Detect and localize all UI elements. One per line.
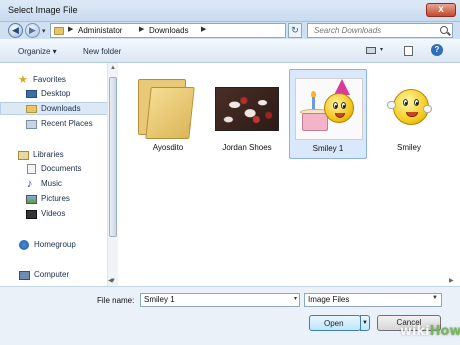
change-view-icon[interactable]: [366, 47, 376, 54]
nav-downloads-label: Downloads: [41, 104, 81, 113]
nav-homegroup[interactable]: Homegroup: [0, 239, 108, 252]
organize-button[interactable]: Organize ▾: [18, 47, 57, 56]
forward-button[interactable]: ▶: [25, 23, 40, 38]
forward-arrow-icon: ▶: [29, 25, 36, 35]
file-name-value: Smiley 1: [144, 295, 175, 304]
file-label: Smiley 1: [312, 144, 344, 153]
close-icon: x: [438, 4, 444, 15]
chevron-down-icon: ▼: [362, 320, 368, 326]
computer-icon: [19, 271, 30, 280]
watermark-how: How: [429, 324, 460, 339]
close-button[interactable]: x: [426, 3, 456, 17]
nav-libraries-label: Libraries: [33, 150, 64, 159]
file-list: Ayosdito Jordan Shoes Smiley 1 Smiley: [119, 63, 460, 286]
file-item-smiley-1[interactable]: Smiley 1: [289, 69, 367, 159]
refresh-icon: ↻: [291, 25, 299, 35]
image-thumbnail: [215, 75, 279, 137]
file-type-select[interactable]: Image Files ▼: [304, 293, 442, 307]
nav-music[interactable]: ♪ Music: [0, 178, 108, 191]
wikihow-watermark: wikiHow: [400, 324, 460, 339]
nav-pictures[interactable]: Pictures: [0, 193, 108, 206]
command-toolbar: Organize ▾ New folder ▾ ?: [0, 39, 460, 63]
breadcrumb-separator-icon[interactable]: ▶: [201, 25, 206, 33]
nav-music-label: Music: [41, 179, 62, 188]
new-folder-button[interactable]: New folder: [83, 47, 121, 56]
breadcrumb-downloads[interactable]: Downloads: [149, 26, 189, 35]
nav-documents-label: Documents: [41, 164, 82, 173]
file-name-dropdown-icon[interactable]: ▾: [294, 295, 297, 302]
homegroup-icon: [19, 240, 29, 250]
navigation-pane: ★ Favorites Desktop Downloads Recent Pla…: [0, 63, 118, 286]
downloads-folder-icon: [26, 105, 37, 113]
nav-homegroup-label: Homegroup: [34, 240, 76, 249]
scroll-right-icon[interactable]: ▶: [449, 277, 454, 284]
chevron-down-icon: ▼: [432, 295, 438, 301]
file-label: Jordan Shoes: [222, 143, 272, 152]
search-input[interactable]: Search Downloads: [307, 23, 453, 38]
music-icon: ♪: [27, 178, 33, 190]
nav-favorites[interactable]: ★ Favorites: [0, 74, 108, 87]
bottom-panel: File name: Smiley 1 ▾ Image Files ▼ Open…: [0, 286, 460, 345]
address-row: ◀ ▶ ▾ ▶ Administator ▶ Downloads ▶ ▾ ↻ S…: [0, 22, 460, 39]
nav-computer-label: Computer: [34, 270, 70, 279]
file-name-label: File name:: [97, 296, 135, 305]
nav-pictures-label: Pictures: [41, 194, 70, 203]
help-icon[interactable]: ?: [431, 44, 443, 56]
folder-icon: [138, 75, 198, 139]
recent-pages-dropdown-icon[interactable]: ▾: [42, 27, 46, 35]
open-button-label: Open: [324, 319, 344, 328]
videos-icon: [26, 210, 37, 219]
open-button[interactable]: Open: [309, 315, 361, 331]
file-label: Ayosdito: [152, 143, 184, 152]
scrollbar-thumb[interactable]: [109, 77, 117, 237]
title-bar: Select Image File x: [0, 0, 460, 22]
preview-pane-icon[interactable]: [404, 46, 413, 56]
nav-libraries[interactable]: Libraries: [0, 149, 108, 162]
nav-downloads[interactable]: Downloads: [0, 102, 108, 115]
nav-recent-label: Recent Places: [41, 119, 93, 128]
file-name-input[interactable]: Smiley 1 ▾: [140, 293, 300, 307]
back-arrow-icon: ◀: [12, 25, 19, 35]
breadcrumb-separator-icon[interactable]: ▶: [139, 25, 144, 33]
file-item-ayosdito[interactable]: Ayosdito: [129, 69, 207, 159]
nav-computer[interactable]: Computer: [0, 269, 108, 282]
nav-videos-label: Videos: [41, 209, 66, 218]
file-item-smiley[interactable]: Smiley: [370, 69, 448, 159]
libraries-icon: [18, 151, 29, 160]
open-options-dropdown[interactable]: ▼: [360, 315, 370, 331]
scroll-up-icon[interactable]: ▲: [110, 65, 116, 71]
nav-videos[interactable]: Videos: [0, 208, 108, 221]
star-icon: ★: [18, 74, 28, 86]
image-thumbnail: [379, 75, 439, 137]
address-bar[interactable]: ▶ Administator ▶ Downloads ▶ ▾: [50, 23, 327, 38]
navigation-scrollbar[interactable]: ▲ ▼: [107, 63, 118, 286]
window-title: Select Image File: [8, 5, 78, 15]
pictures-icon: [26, 195, 37, 204]
nav-recent-places[interactable]: Recent Places: [0, 118, 108, 131]
file-type-value: Image Files: [308, 295, 350, 304]
file-item-jordan-shoes[interactable]: Jordan Shoes: [208, 69, 286, 159]
breadcrumb-administator[interactable]: Administator: [78, 26, 122, 35]
scroll-left-icon[interactable]: ◀: [108, 277, 113, 284]
file-label: Smiley: [396, 143, 421, 152]
documents-icon: [27, 164, 36, 174]
nav-documents[interactable]: Documents: [0, 163, 108, 176]
refresh-button[interactable]: ↻: [288, 23, 302, 38]
view-options-dropdown-icon[interactable]: ▾: [380, 46, 383, 53]
nav-desktop-label: Desktop: [41, 89, 71, 98]
nav-favorites-label: Favorites: [33, 75, 66, 84]
search-placeholder: Search Downloads: [314, 26, 382, 35]
recent-places-icon: [26, 120, 37, 129]
search-icon: [440, 26, 448, 34]
breadcrumb-separator-icon[interactable]: ▶: [68, 25, 73, 33]
image-thumbnail: [295, 76, 363, 140]
nav-desktop[interactable]: Desktop: [0, 88, 108, 101]
back-button[interactable]: ◀: [8, 23, 23, 38]
folder-icon: [54, 27, 64, 35]
desktop-icon: [26, 90, 37, 98]
watermark-wiki: wiki: [400, 324, 430, 339]
